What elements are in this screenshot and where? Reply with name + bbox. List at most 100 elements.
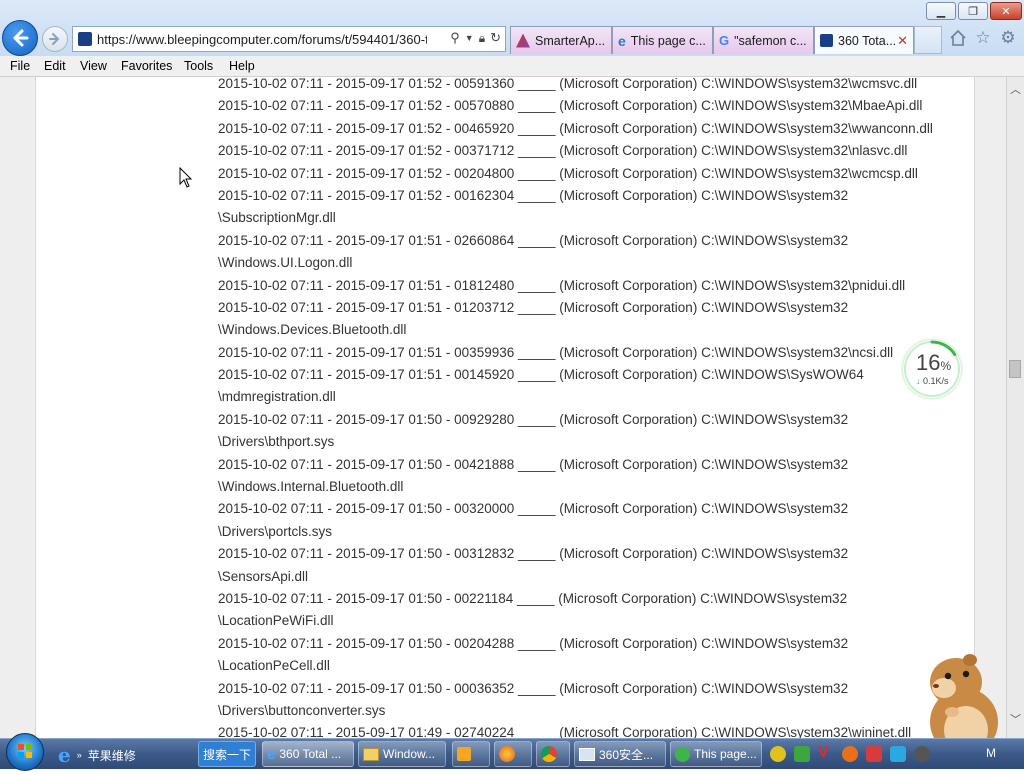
log-line: 2015-10-02 07:11 - 2015-09-17 01:50 - 00… <box>218 501 849 517</box>
google-icon: G <box>719 33 730 48</box>
restore-button[interactable]: ❐ <box>958 2 988 20</box>
log-line: 2015-10-02 07:11 - 2015-09-17 01:50 - 00… <box>218 680 849 696</box>
log-line: 2015-10-02 07:11 - 2015-09-17 01:52 - 00… <box>218 77 918 91</box>
log-line: \Drivers\buttonconverter.sys <box>218 702 386 718</box>
arrow-left-icon <box>13 29 29 47</box>
menu-view[interactable]: View <box>80 56 107 76</box>
log-line: 2015-10-02 07:11 - 2015-09-17 01:51 - 00… <box>218 367 864 383</box>
log-line: \Drivers\portcls.sys <box>218 523 333 539</box>
windows-taskbar: e » 苹果维修 搜索一下 e 360 Total ... Window... … <box>0 733 1024 771</box>
arrow-right-icon <box>49 33 60 45</box>
address-url[interactable]: https://www.bleepingcomputer.com/forums/… <box>97 32 427 47</box>
folder-icon <box>363 747 379 761</box>
taskbar-item-chrome[interactable] <box>536 741 570 767</box>
tab-label: 360 Tota... <box>838 33 897 48</box>
ie-icon: e <box>618 32 626 49</box>
log-line: 2015-10-02 07:11 - 2015-09-17 01:50 - 00… <box>218 456 849 472</box>
close-icon: ✕ <box>1001 5 1011 18</box>
baidu-search-button[interactable]: 搜索一下 <box>198 741 256 767</box>
refresh-icon[interactable]: ↻ <box>490 30 501 46</box>
search-button-label: 搜索一下 <box>202 747 251 762</box>
menu-file[interactable]: File <box>10 56 30 76</box>
taskbar-item-360-safe[interactable]: 360安全... <box>574 741 666 767</box>
forward-button[interactable] <box>42 26 68 52</box>
scrollbar-thumb[interactable] <box>1009 360 1021 378</box>
log-line: 2015-10-02 07:11 - 2015-09-17 01:52 - 00… <box>218 120 933 136</box>
tray-v-icon[interactable]: V <box>818 744 829 762</box>
gear-icon[interactable]: ⚙ <box>998 28 1018 48</box>
favorites-star-icon[interactable]: ☆ <box>973 28 993 48</box>
tray-search-icon[interactable] <box>842 746 858 762</box>
tab-smarterapps[interactable]: SmarterAp... <box>510 26 612 54</box>
log-line: 2015-10-02 07:11 - 2015-09-17 01:52 - 00… <box>218 98 923 114</box>
taskbar-item-this-page[interactable]: This page... <box>670 741 762 767</box>
tab-label: "safemon c... <box>734 33 807 48</box>
chevron-right-icon: » <box>76 750 82 760</box>
address-bar[interactable]: https://www.bleepingcomputer.com/forums/… <box>72 26 506 52</box>
ie-icon: e <box>58 743 71 767</box>
mouse-cursor-icon <box>179 167 193 188</box>
close-button[interactable]: ✕ <box>990 2 1022 20</box>
taskbar-item-firefox[interactable] <box>494 741 532 767</box>
lock-icon[interactable]: 🔒︎ <box>479 31 485 46</box>
scroll-up-icon[interactable]: ︿ <box>1010 81 1021 97</box>
log-line: \mdmregistration.dll <box>218 389 336 405</box>
clock-partial[interactable]: M <box>986 746 996 760</box>
tray-circle-icon[interactable] <box>914 746 930 762</box>
network-speed-widget[interactable]: 16% ↓ 0.1K/s <box>903 340 961 398</box>
home-icon[interactable] <box>948 28 968 48</box>
taskbar-item-media-player[interactable] <box>452 741 490 767</box>
smarterapps-icon <box>516 33 530 48</box>
scroll-down-icon[interactable]: ﹀ <box>1010 711 1021 727</box>
frst-log-text: 2015-10-02 07:11 - 2015-09-17 01:52 - 00… <box>218 77 978 741</box>
vertical-scrollbar[interactable]: ︿ ﹀ <box>1006 77 1024 741</box>
ie-pinned-label: 苹果维修 <box>87 748 136 763</box>
360-browser-icon <box>675 746 690 762</box>
taskbar-item-label: Window... <box>383 747 436 761</box>
log-line: 2015-10-02 07:11 - 2015-09-17 01:51 - 00… <box>218 344 894 360</box>
menu-edit[interactable]: Edit <box>44 56 66 76</box>
menu-help[interactable]: Help <box>229 56 255 76</box>
log-line: \LocationPeWiFi.dll <box>218 613 334 629</box>
taskbar-item-label: This page... <box>694 747 757 761</box>
log-line: \Windows.UI.Logon.dll <box>218 255 353 271</box>
new-tab-button[interactable] <box>914 26 942 54</box>
log-line: 2015-10-02 07:11 - 2015-09-17 01:52 - 00… <box>218 165 918 181</box>
log-line: \LocationPeCell.dll <box>218 658 330 674</box>
log-line: 2015-10-02 07:11 - 2015-09-17 01:50 - 00… <box>218 635 849 651</box>
search-icon[interactable]: ⚲ <box>450 30 460 46</box>
tab-this-page[interactable]: e This page c... <box>612 26 713 54</box>
bleepingcomputer-icon <box>820 34 833 47</box>
log-line: \SensorsApi.dll <box>218 568 309 584</box>
tab-label: SmarterAp... <box>535 33 606 48</box>
taskbar-item-360-total[interactable]: e 360 Total ... <box>262 741 354 767</box>
tab-close-icon[interactable]: ✕ <box>897 33 908 49</box>
tray-monitor-icon[interactable] <box>890 746 906 762</box>
restore-icon: ❐ <box>968 5 978 18</box>
start-button[interactable] <box>6 733 44 771</box>
log-line: \Windows.Devices.Bluetooth.dll <box>218 322 407 338</box>
log-line: 2015-10-02 07:11 - 2015-09-17 01:51 - 01… <box>218 299 849 315</box>
tab-safemon-search[interactable]: G "safemon c... <box>713 26 814 54</box>
windows-logo-icon <box>18 744 32 758</box>
log-line: 2015-10-02 07:11 - 2015-09-17 01:50 - 00… <box>218 411 849 427</box>
page-content: 2015-10-02 07:11 - 2015-09-17 01:52 - 00… <box>0 77 1006 741</box>
menu-favorites[interactable]: Favorites <box>121 56 172 76</box>
menu-bar: File Edit View Favorites Tools Help <box>0 56 1024 77</box>
tab-360-total[interactable]: 360 Tota... ✕ <box>814 26 914 54</box>
tray-flag-icon[interactable] <box>866 746 882 762</box>
media-player-icon <box>457 747 471 761</box>
download-arrow-icon: ↓ <box>916 376 921 386</box>
tray-green-icon[interactable] <box>794 746 810 762</box>
speed-percent: 16% <box>916 350 952 375</box>
menu-tools[interactable]: Tools <box>184 56 213 76</box>
minimize-button[interactable]: ▁ <box>926 2 956 20</box>
taskbar-item-label: 360 Total ... <box>279 747 342 761</box>
ie-pinned-item[interactable]: e » 苹果维修 <box>58 743 136 767</box>
taskbar-item-windows-explorer[interactable]: Window... <box>358 741 446 767</box>
dropdown-arrow-icon[interactable]: ▼ <box>465 33 474 43</box>
back-button[interactable] <box>2 20 38 56</box>
log-line: 2015-10-02 07:11 - 2015-09-17 01:50 - 00… <box>218 590 848 606</box>
tray-360-icon[interactable] <box>770 746 786 762</box>
log-line: 2015-10-02 07:11 - 2015-09-17 01:52 - 00… <box>218 143 908 159</box>
